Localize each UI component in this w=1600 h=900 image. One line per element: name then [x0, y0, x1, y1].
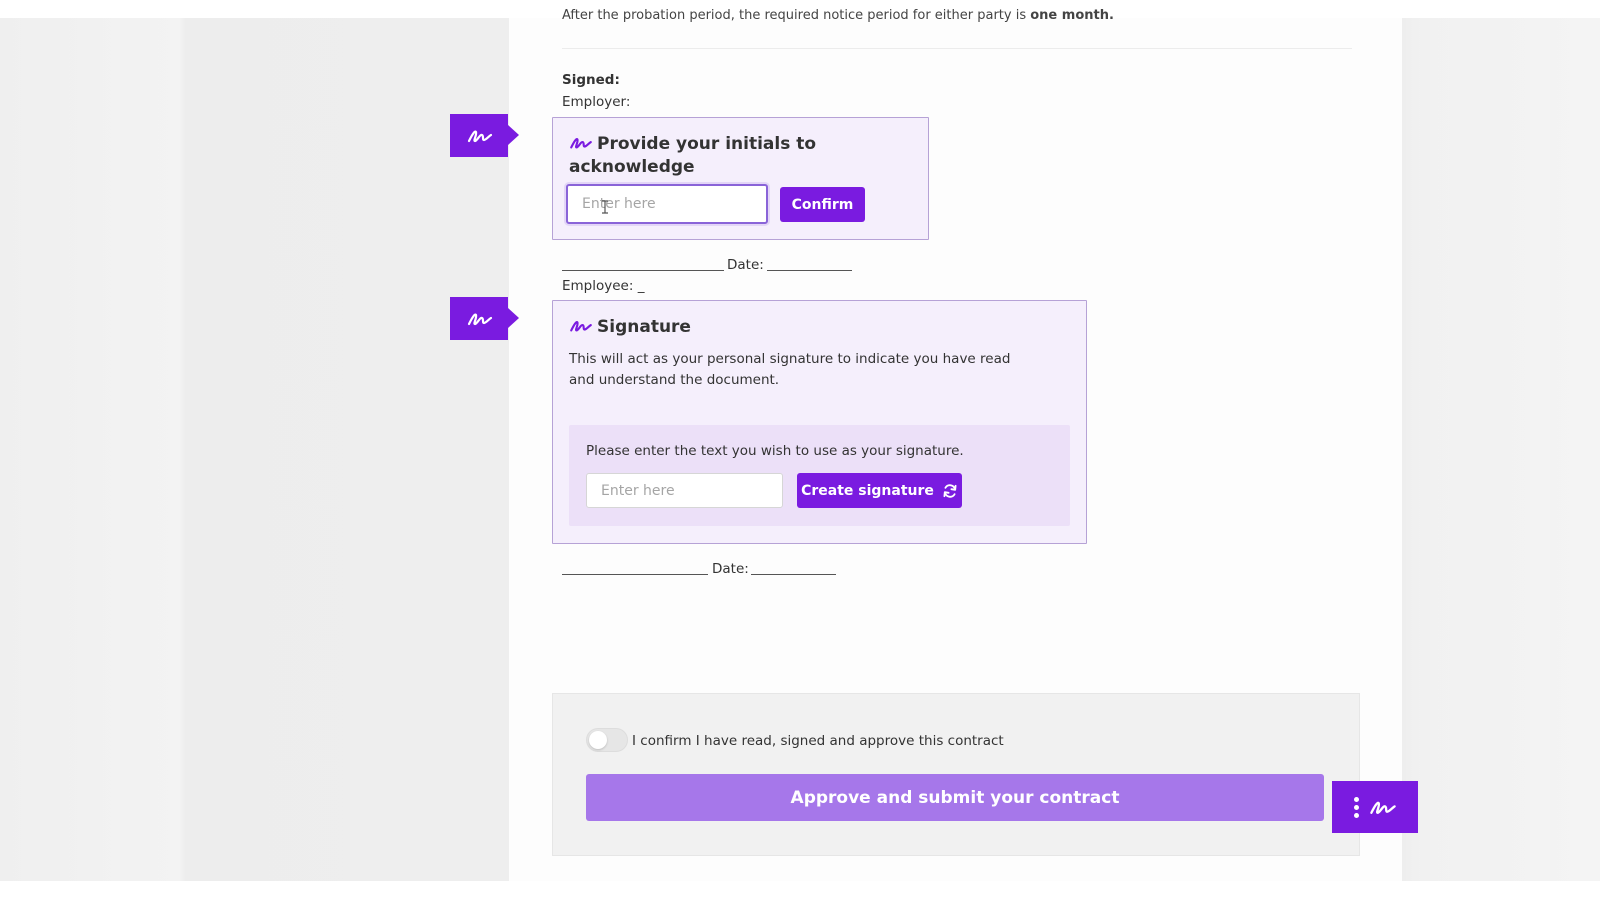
signature-icon [569, 135, 593, 157]
signature-icon [1369, 801, 1396, 814]
signing-menu-button[interactable] [1332, 781, 1418, 833]
employer-date-line [767, 270, 852, 271]
signature-icon [467, 130, 493, 143]
approve-submit-button[interactable]: Approve and submit your contract [586, 774, 1324, 821]
signature-icon [467, 313, 493, 326]
app-stage: After the probation period, the required… [0, 0, 1600, 900]
confirm-button[interactable]: Confirm [780, 187, 865, 222]
signature-card-title: Signature [569, 317, 691, 340]
create-signature-label: Create signature [801, 482, 934, 499]
employee-date-line [751, 574, 836, 575]
signature-icon [569, 318, 593, 340]
employee-signature-line [562, 574, 708, 575]
signature-prompt: Please enter the text you wish to use as… [586, 443, 964, 459]
cutoff-text-bold: one month. [1030, 8, 1114, 23]
employee-date-label: Date: [712, 561, 749, 577]
initials-flag[interactable] [450, 114, 519, 157]
signature-flag[interactable] [450, 297, 519, 340]
signature-input[interactable] [586, 473, 783, 508]
refresh-icon [943, 483, 957, 498]
text-cursor-icon [602, 200, 608, 214]
confirm-toggle[interactable] [586, 728, 628, 752]
signature-description: This will act as your personal signature… [569, 351, 1011, 388]
create-signature-button[interactable]: Create signature [797, 473, 962, 508]
signature-title-text: Signature [597, 317, 691, 337]
vertical-dots-icon [1353, 796, 1359, 818]
signed-label: Signed: [562, 72, 620, 88]
confirm-text: I confirm I have read, signed and approv… [632, 733, 1004, 749]
cutoff-paragraph: After the probation period, the required… [562, 8, 1114, 23]
employer-signature-line [562, 270, 724, 271]
right-backdrop [1402, 18, 1600, 881]
initials-title-text: Provide your initials to acknowledge [569, 134, 817, 177]
employee-label: Employee: _ [562, 278, 645, 294]
employer-date-label: Date: [727, 257, 764, 273]
employer-label: Employer: [562, 94, 631, 110]
initials-card-title: Provide your initials to acknowledge [569, 134, 869, 178]
cutoff-text: After the probation period, the required… [562, 8, 1031, 23]
section-divider [562, 48, 1352, 49]
initials-input[interactable] [566, 184, 768, 224]
left-backdrop [0, 18, 509, 881]
toggle-knob [589, 731, 607, 749]
